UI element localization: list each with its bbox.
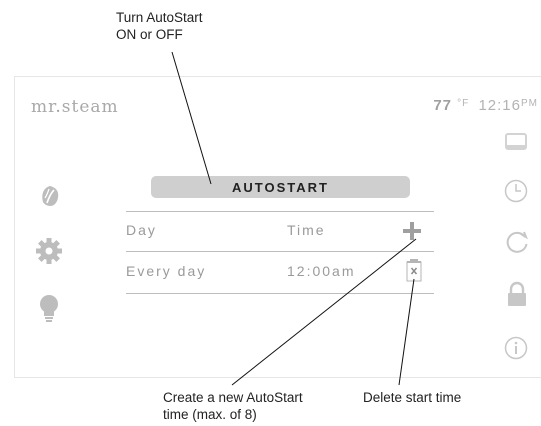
autostart-toggle-button[interactable]: AUTOSTART (151, 176, 410, 198)
status-bar: 77 °F 12:16PM (433, 97, 538, 114)
leaf-icon[interactable] (39, 185, 61, 207)
info-icon[interactable] (504, 336, 528, 360)
row-time-value: 12:00am (287, 263, 356, 279)
lock-icon[interactable] (506, 281, 528, 307)
trash-icon[interactable] (406, 258, 422, 282)
callout-create-line1: Create a new AutoStart (163, 390, 303, 405)
plus-icon[interactable] (402, 221, 422, 241)
callout-create: Create a new AutoStart time (max. of 8) (163, 389, 303, 423)
row-day-value: Every day (126, 263, 207, 279)
clock-time: 12:16 (478, 97, 521, 114)
refresh-icon[interactable] (504, 229, 530, 255)
brand-logo: mr.steam (31, 97, 119, 117)
thermostat-screen: mr.steam 77 °F 12:16PM AUTOSTART Day Tim… (14, 76, 541, 378)
display-icon[interactable] (505, 133, 527, 151)
column-header-time: Time (287, 222, 326, 238)
callout-delete: Delete start time (363, 390, 462, 405)
callout-autostart-line2: ON or OFF (116, 27, 183, 42)
gear-icon[interactable] (35, 237, 63, 265)
temperature-unit: °F (457, 98, 470, 109)
clock-ampm: PM (521, 98, 538, 109)
callout-autostart-line1: Turn AutoStart (116, 10, 203, 25)
divider (126, 211, 434, 212)
divider (126, 251, 434, 252)
divider (126, 293, 434, 294)
column-header-day: Day (126, 222, 157, 238)
clock-icon[interactable] (504, 179, 528, 203)
callout-create-line2: time (max. of 8) (163, 407, 257, 422)
temperature-value: 77 (433, 97, 452, 114)
lightbulb-icon[interactable] (39, 295, 59, 323)
callout-autostart: Turn AutoStart ON or OFF (116, 9, 203, 43)
